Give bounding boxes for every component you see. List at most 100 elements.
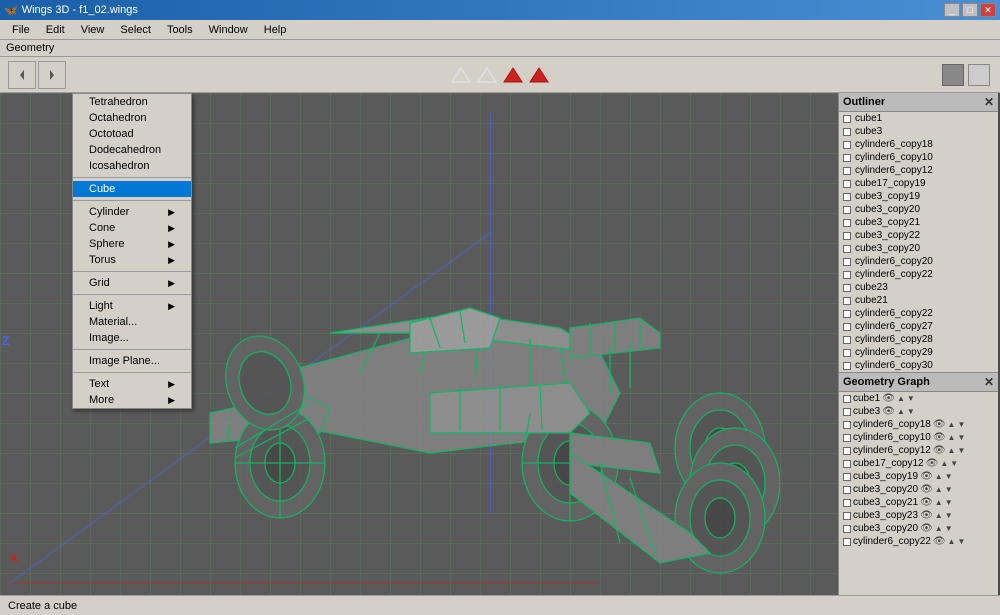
toolbar-prev-button[interactable] [8, 61, 36, 89]
outliner-item[interactable]: cylinder6_copy10 [839, 151, 998, 164]
close-button[interactable]: ✕ [980, 3, 996, 17]
outliner-checkbox[interactable] [843, 284, 851, 292]
outliner-item[interactable]: cylinder6_copy22 [839, 268, 998, 281]
menu-octotoad[interactable]: Octotoad [73, 126, 191, 142]
geo-graph-checkbox[interactable] [843, 473, 851, 481]
outliner-item[interactable]: cube3_copy22 [839, 229, 998, 242]
down-icon[interactable]: ▼ [957, 446, 965, 455]
down-icon[interactable]: ▼ [945, 472, 953, 481]
down-icon[interactable]: ▼ [957, 537, 965, 546]
geo-graph-checkbox[interactable] [843, 421, 851, 429]
visibility-icon[interactable]: 👁 [926, 458, 939, 469]
menu-help[interactable]: Help [256, 22, 295, 38]
menu-image-plane[interactable]: Image Plane... [73, 353, 191, 369]
outliner-checkbox[interactable] [843, 297, 851, 305]
geo-graph-item[interactable]: cylinder6_copy12 👁 ▲ ▼ [839, 444, 998, 457]
menu-more[interactable]: More ▶ [73, 392, 191, 408]
dropdown-menu[interactable]: Tetrahedron Octahedron Octotoad Dodecahe… [72, 93, 192, 409]
visibility-icon[interactable]: 👁 [933, 432, 946, 443]
menu-cube[interactable]: Cube [73, 181, 191, 197]
geo-graph-item[interactable]: cylinder6_copy22 👁 ▲ ▼ [839, 535, 998, 548]
up-icon[interactable]: ▲ [935, 498, 943, 507]
outliner-checkbox[interactable] [843, 362, 851, 370]
down-icon[interactable]: ▼ [957, 433, 965, 442]
menu-tetrahedron[interactable]: Tetrahedron [73, 94, 191, 110]
outliner-checkbox[interactable] [843, 206, 851, 214]
geo-graph-checkbox[interactable] [843, 460, 851, 468]
geo-graph-item[interactable]: cube3_copy20 👁 ▲ ▼ [839, 483, 998, 496]
menu-cone[interactable]: Cone ▶ [73, 220, 191, 236]
up-icon[interactable]: ▲ [940, 459, 948, 468]
view-arrow-3[interactable] [503, 66, 523, 84]
visibility-icon[interactable]: 👁 [920, 510, 933, 521]
menu-sphere[interactable]: Sphere ▶ [73, 236, 191, 252]
outliner-checkbox[interactable] [843, 336, 851, 344]
down-icon[interactable]: ▼ [907, 407, 915, 416]
outliner-checkbox[interactable] [843, 141, 851, 149]
down-icon[interactable]: ▼ [950, 459, 958, 468]
geo-graph-checkbox[interactable] [843, 395, 851, 403]
geo-graph-item[interactable]: cube17_copy12 👁 ▲ ▼ [839, 457, 998, 470]
view-arrow-2[interactable] [477, 66, 497, 84]
outliner-item[interactable]: cube3_copy21 [839, 216, 998, 229]
outliner-checkbox[interactable] [843, 193, 851, 201]
geo-graph-checkbox[interactable] [843, 525, 851, 533]
geo-graph-checkbox[interactable] [843, 538, 851, 546]
viewport-3d[interactable]: Z X [0, 93, 838, 595]
menu-cylinder[interactable]: Cylinder ▶ [73, 204, 191, 220]
outliner-item[interactable]: cube3_copy20 [839, 203, 998, 216]
geo-graph-item[interactable]: cube3_copy23 👁 ▲ ▼ [839, 509, 998, 522]
geo-graph-checkbox[interactable] [843, 434, 851, 442]
menu-torus[interactable]: Torus ▶ [73, 252, 191, 268]
menu-file[interactable]: File [4, 22, 38, 38]
geo-graph-item[interactable]: cube1 👁 ▲ ▼ [839, 392, 998, 405]
geo-graph-item[interactable]: cylinder6_copy10 👁 ▲ ▼ [839, 431, 998, 444]
geo-graph-checkbox[interactable] [843, 447, 851, 455]
geo-graph-checkbox[interactable] [843, 486, 851, 494]
outliner-item[interactable]: cube1 [839, 112, 998, 125]
minimize-button[interactable]: _ [944, 3, 960, 17]
visibility-icon[interactable]: 👁 [882, 406, 895, 417]
geo-graph-item[interactable]: cube3 👁 ▲ ▼ [839, 405, 998, 418]
menu-octahedron[interactable]: Octahedron [73, 110, 191, 126]
toolbar-next-button[interactable] [38, 61, 66, 89]
geo-graph-item[interactable]: cylinder6_copy18 👁 ▲ ▼ [839, 418, 998, 431]
outliner-checkbox[interactable] [843, 245, 851, 253]
visibility-icon[interactable]: 👁 [933, 536, 946, 547]
outliner-item[interactable]: cylinder6_copy20 [839, 255, 998, 268]
up-icon[interactable]: ▲ [935, 511, 943, 520]
outliner-item[interactable]: cube3_copy19 [839, 190, 998, 203]
up-icon[interactable]: ▲ [935, 485, 943, 494]
outliner-checkbox[interactable] [843, 258, 851, 266]
geo-graph-checkbox[interactable] [843, 499, 851, 507]
down-icon[interactable]: ▼ [957, 420, 965, 429]
outliner-item[interactable]: cylinder6_copy18 [839, 138, 998, 151]
outliner-checkbox[interactable] [843, 128, 851, 136]
outliner-checkbox[interactable] [843, 271, 851, 279]
geo-graph-item[interactable]: cube3_copy20 👁 ▲ ▼ [839, 522, 998, 535]
titlebar-controls[interactable]: _ □ ✕ [944, 3, 996, 17]
up-icon[interactable]: ▲ [948, 433, 956, 442]
outliner-checkbox[interactable] [843, 323, 851, 331]
toolbar-view-btn2[interactable] [968, 64, 990, 86]
outliner-content[interactable]: cube1 cube3 cylinder6_copy18 cylinder6_c… [839, 112, 998, 372]
outliner-item[interactable]: cylinder6_copy22 [839, 307, 998, 320]
menu-tools[interactable]: Tools [159, 22, 201, 38]
outliner-item[interactable]: cube17_copy19 [839, 177, 998, 190]
outliner-checkbox[interactable] [843, 115, 851, 123]
visibility-icon[interactable]: 👁 [920, 484, 933, 495]
menu-grid[interactable]: Grid ▶ [73, 275, 191, 291]
outliner-checkbox[interactable] [843, 154, 851, 162]
outliner-close-button[interactable]: ✕ [984, 95, 994, 109]
outliner-checkbox[interactable] [843, 349, 851, 357]
menu-window[interactable]: Window [201, 22, 256, 38]
outliner-item[interactable]: cube3_copy20 [839, 242, 998, 255]
geo-graph-checkbox[interactable] [843, 408, 851, 416]
up-icon[interactable]: ▲ [935, 472, 943, 481]
outliner-item[interactable]: cylinder6_copy27 [839, 320, 998, 333]
visibility-icon[interactable]: 👁 [933, 419, 946, 430]
view-arrow-4[interactable] [529, 66, 549, 84]
menu-material[interactable]: Material... [73, 314, 191, 330]
down-icon[interactable]: ▼ [945, 498, 953, 507]
outliner-item[interactable]: cylinder6_copy29 [839, 346, 998, 359]
